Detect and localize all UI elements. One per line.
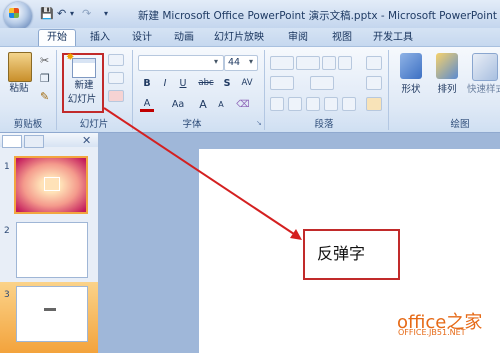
- watermark-url: OFFICE.JB51.NET: [398, 328, 466, 337]
- annotation-arrow: [103, 107, 302, 240]
